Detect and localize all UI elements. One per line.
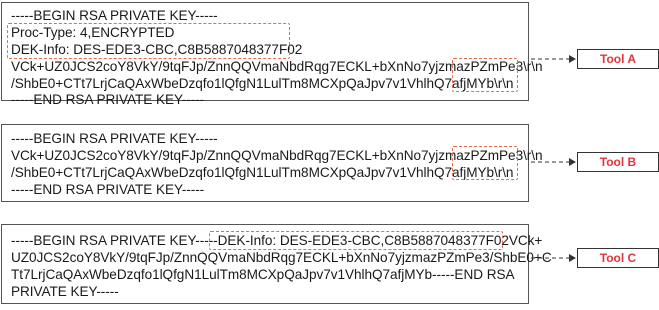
tool-a-label: Tool A — [577, 49, 659, 69]
panel-c: -----BEGIN RSA PRIVATE KEY-----DEK-Info:… — [1, 224, 552, 304]
panel-c-line-2: UZ0JCS2coY8VkY/9tqFJp/ZnnQQVmaNbdRqg7ECK… — [11, 250, 552, 265]
panel-b-line-3: /ShbE0+CTt7LrjCaQAxWbeDzqfo1lQfgN1LulTm8… — [11, 165, 514, 180]
tool-c-label: Tool C — [577, 248, 659, 268]
arrow-to-tool-b — [531, 158, 576, 166]
panel-c-line-4: PRIVATE KEY----- — [11, 284, 119, 299]
arrow-to-tool-a — [531, 55, 576, 63]
panel-a-linebreak-highlight — [452, 58, 518, 92]
panel-a: -----BEGIN RSA PRIVATE KEY----- Proc-Typ… — [1, 2, 543, 107]
arrow-to-tool-c — [531, 254, 576, 262]
panel-b-linebreak-highlight — [452, 146, 518, 180]
panel-b-line-1: -----BEGIN RSA PRIVATE KEY----- — [11, 131, 218, 146]
panel-c-header-highlight — [209, 231, 503, 250]
panel-a-line-5: /ShbE0+CTt7LrjCaQAxWbeDzqfo1lQfgN1LulTm8… — [11, 76, 514, 91]
panel-c-line-3: Tt7LrjCaQAxWbeDzqfo1lQfgN1LulTm8MCXpQaJp… — [11, 267, 515, 282]
panel-a-line-6: -----END RSA PRIVATE KEY----- — [11, 92, 205, 107]
panel-a-header-highlight — [7, 23, 290, 59]
tool-b-label: Tool B — [577, 152, 659, 172]
panel-a-line-1: -----BEGIN RSA PRIVATE KEY----- — [11, 8, 218, 23]
panel-b-line-4: -----END RSA PRIVATE KEY----- — [11, 182, 205, 197]
panel-b: -----BEGIN RSA PRIVATE KEY----- VCk+UZ0J… — [1, 124, 543, 202]
